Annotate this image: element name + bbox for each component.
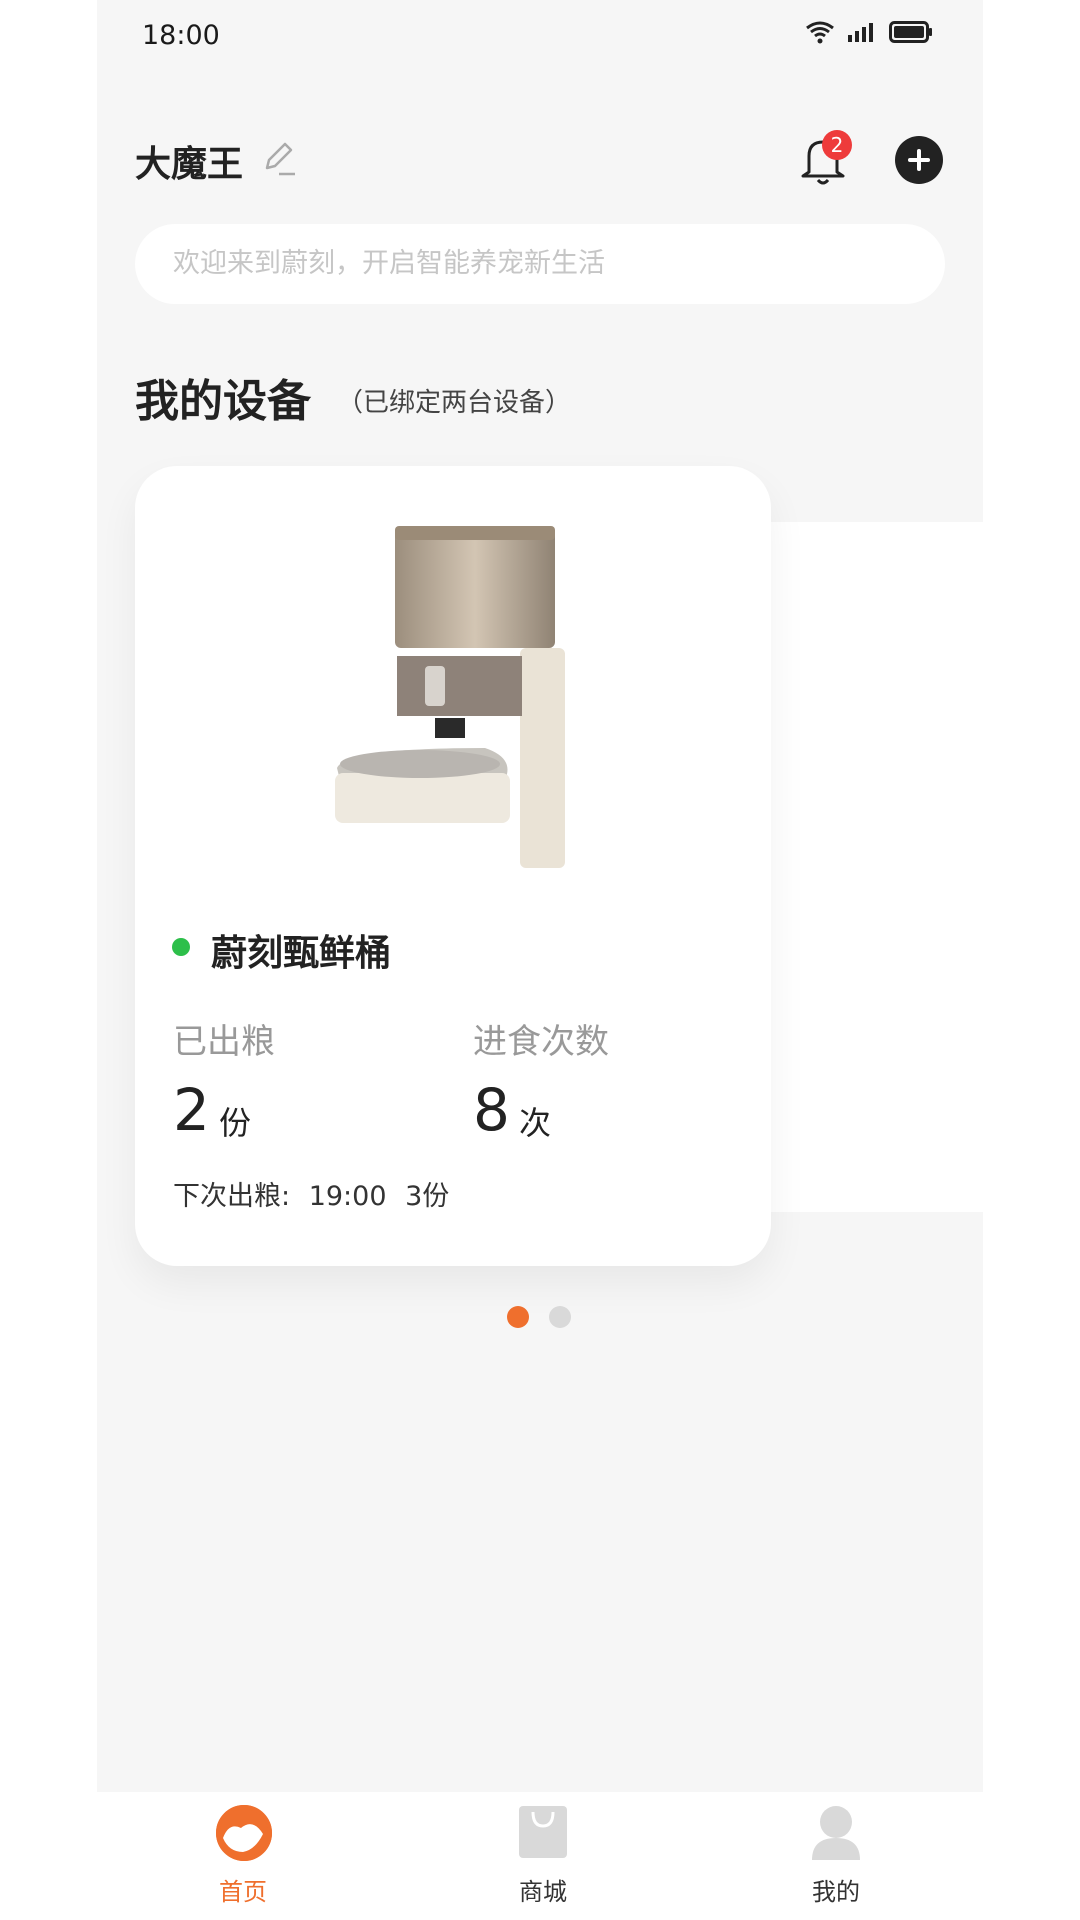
tab-label-profile: 我的 (812, 1878, 860, 1906)
wifi-icon (806, 21, 834, 44)
tab-bar: 首页 商城 我的 (0, 1792, 1080, 1920)
carousel-pagination (507, 1306, 571, 1328)
next-feed-info: 下次出粮: 19:00 3份 (173, 1174, 459, 1213)
app-screen: 18:00 大魔王 2 欢迎来到蔚刻，开启智能养宠新生活 我的设备 （已绑定两台… (97, 0, 1041, 1920)
tab-label-shop: 商城 (519, 1878, 567, 1906)
next-feed-amount: 3份 (405, 1181, 450, 1212)
stat-value-meals: 8 (473, 1076, 510, 1144)
stat-unit-meals: 次 (519, 1104, 552, 1142)
stat-label-dispensed: 已出粮 (173, 1022, 275, 1062)
notification-badge: 2 (822, 130, 852, 160)
pagination-dot[interactable] (549, 1306, 571, 1328)
search-bar[interactable]: 欢迎来到蔚刻，开启智能养宠新生活 (135, 224, 945, 304)
section-subtitle: （已绑定两台设备） (337, 388, 572, 418)
device-card[interactable]: 蔚刻甄鲜桶 已出粮 2 份 进食次数 8 次 下次出粮: 19:00 3份 (135, 466, 771, 1266)
home-icon (216, 1805, 272, 1861)
pet-feeder-image (335, 526, 565, 868)
online-status-dot (172, 938, 190, 956)
user-name: 大魔王 (135, 144, 244, 185)
next-feed-label: 下次出粮: (173, 1181, 291, 1212)
stat-label-meals: 进食次数 (473, 1022, 609, 1062)
device-name: 蔚刻甄鲜桶 (211, 933, 392, 974)
status-icons (805, 20, 933, 44)
user-icon (812, 1806, 860, 1860)
tab-label-home: 首页 (219, 1878, 267, 1906)
status-bar: 18:00 (97, 0, 983, 74)
add-device-button[interactable] (895, 136, 943, 184)
section-title: 我的设备 (135, 376, 311, 427)
edit-icon[interactable] (259, 138, 299, 178)
status-time: 18:00 (142, 20, 220, 51)
stat-unit-dispensed: 份 (219, 1104, 252, 1142)
next-feed-time: 19:00 (308, 1181, 387, 1212)
shopping-bag-icon (519, 1806, 567, 1858)
pagination-dot-active[interactable] (507, 1306, 529, 1328)
stat-value-dispensed: 2 (173, 1076, 210, 1144)
battery-icon (889, 21, 932, 43)
signal-icon (848, 23, 873, 42)
